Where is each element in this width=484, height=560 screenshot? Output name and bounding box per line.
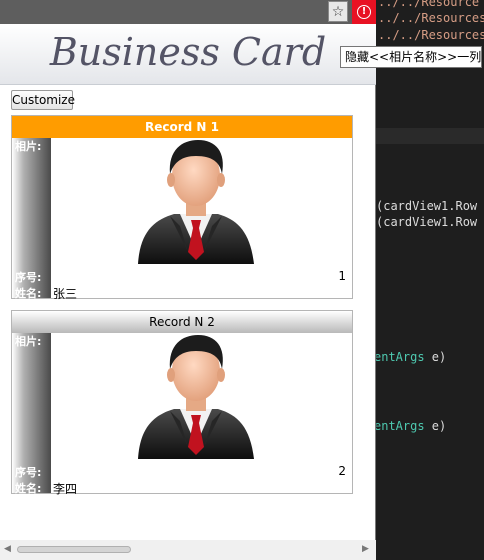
card-header[interactable]: Record N 2 — [12, 311, 352, 333]
editor-line-highlight — [376, 128, 484, 144]
businessman-avatar-icon — [138, 140, 260, 264]
seq-value: 1 — [338, 269, 346, 283]
tooltip: 隐藏<<相片名称>>一列 — [340, 46, 482, 68]
code-line: entArgs e) — [374, 419, 447, 433]
seq-caption: 序号: — [15, 466, 42, 479]
window-titlebar: ☆ ! — [0, 0, 376, 24]
header-title: Business Card — [49, 30, 327, 74]
photo-caption: 相片: — [15, 335, 42, 348]
card-caption-column: 相片: 序号: 姓名: — [12, 333, 51, 495]
code-line: ../../Resources — [378, 11, 484, 25]
business-card-header: Business Card — [0, 24, 376, 85]
photo-caption: 相片: — [15, 140, 42, 153]
name-value: 张三 — [53, 287, 78, 301]
business-card-window: ☆ ! Business Card Customize Record N 1 相… — [0, 0, 376, 560]
businessman-avatar-icon — [138, 335, 260, 459]
horizontal-scrollbar[interactable]: ◀ ▶ — [0, 540, 376, 560]
pin-star-button[interactable]: ☆ — [328, 1, 348, 22]
card-record-1[interactable]: Record N 1 相片: 序号: 姓名: 1 张三 — [11, 115, 353, 301]
name-value: 李四 — [53, 482, 78, 496]
code-line: ../../Resource — [378, 0, 480, 9]
seq-caption: 序号: — [15, 271, 42, 284]
code-line: entArgs e) — [374, 350, 447, 364]
card-header[interactable]: Record N 1 — [12, 116, 352, 138]
code-line: (cardView1.Row — [376, 199, 478, 213]
scrollbar-thumb[interactable] — [17, 546, 131, 553]
alert-close-icon: ! — [357, 5, 371, 19]
customize-button[interactable]: Customize — [11, 90, 75, 110]
code-line: ../../Resources — [378, 28, 484, 42]
card-record-2[interactable]: Record N 2 相片: 序号: 姓名: 2 李四 — [11, 310, 353, 496]
code-line: (cardView1.Row — [376, 215, 478, 229]
close-button[interactable]: ! — [352, 0, 376, 24]
star-icon: ☆ — [331, 3, 345, 20]
seq-value: 2 — [338, 464, 346, 478]
name-caption: 姓名: — [15, 287, 42, 300]
card-caption-column: 相片: 序号: 姓名: — [12, 138, 51, 300]
name-caption: 姓名: — [15, 482, 42, 495]
scroll-right-arrow-icon[interactable]: ▶ — [362, 544, 369, 554]
scroll-left-arrow-icon[interactable]: ◀ — [4, 544, 11, 554]
